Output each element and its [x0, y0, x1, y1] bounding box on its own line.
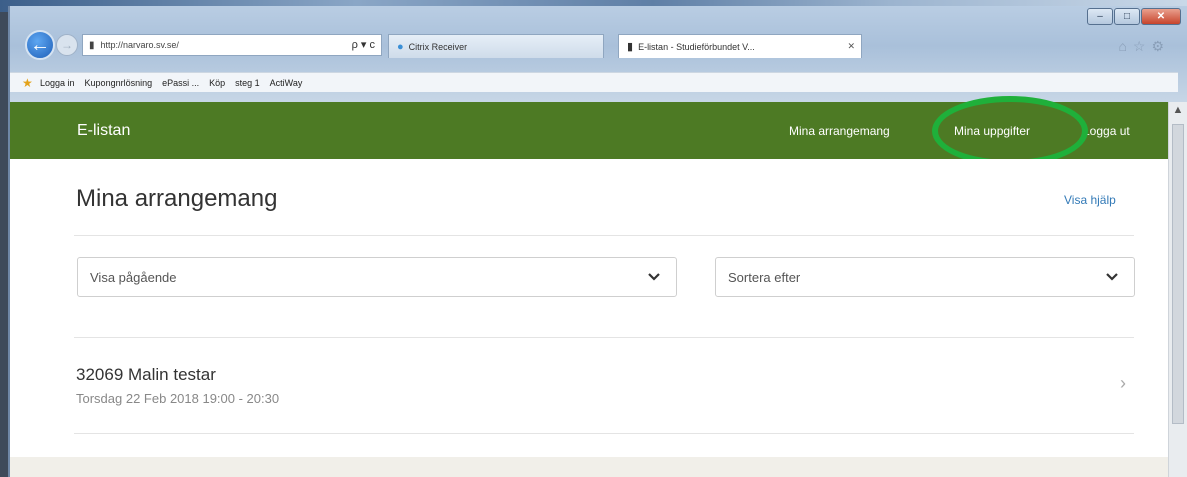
tab-label: Citrix Receiver: [408, 41, 468, 52]
main-content: Mina arrangemang Visa hjälp Visa pågåend…: [10, 159, 1168, 457]
site-header: E-listan Mina arrangemang Mina uppgifter…: [10, 96, 1168, 166]
nav-logga-ut[interactable]: Logga ut: [1083, 124, 1130, 138]
divider: [74, 433, 1134, 434]
sort-select[interactable]: Sortera efter: [715, 257, 1135, 297]
divider: [74, 235, 1134, 236]
tab-label: E-listan - Studieförbundet V...: [638, 41, 755, 52]
favorite-item[interactable]: Kupongnrlösning: [85, 78, 153, 88]
back-arrow-icon[interactable]: ←: [25, 30, 55, 60]
page-favicon-icon: ▮: [89, 39, 95, 51]
scrollbar-thumb[interactable]: [1172, 124, 1184, 424]
navigation-bar: ← → ▮ http://narvaro.sv.se/ ρ ▾ с ● Citr…: [10, 28, 1180, 62]
address-bar[interactable]: ▮ http://narvaro.sv.se/ ρ ▾ с: [82, 34, 382, 56]
tab-citrix[interactable]: ● Citrix Receiver: [388, 34, 604, 58]
chevron-right-icon: ›: [1120, 373, 1126, 393]
nav-mina-arrangemang[interactable]: Mina arrangemang: [789, 124, 890, 138]
brand-logo[interactable]: E-listan: [77, 122, 130, 140]
favorites-bar: ★ Logga in Kupongnrlösning ePassi ... Kö…: [10, 72, 1178, 92]
favorite-item[interactable]: ActiWay: [270, 78, 303, 88]
scroll-up-icon[interactable]: ▲: [1171, 104, 1185, 120]
forward-arrow-icon[interactable]: →: [56, 34, 78, 56]
citrix-icon: ●: [397, 40, 404, 53]
favorite-item[interactable]: Logga in: [40, 78, 75, 88]
favorites-star-icon[interactable]: ★: [22, 76, 33, 90]
window-controls: – □ ✕: [1087, 8, 1181, 25]
filter-select[interactable]: Visa pågående: [77, 257, 677, 297]
event-date: Torsdag 22 Feb 2018 19:00 - 20:30: [76, 391, 280, 406]
filter-select-value: Visa pågående: [90, 269, 177, 285]
address-tools[interactable]: ρ ▾ с: [352, 38, 375, 51]
chevron-down-icon: [648, 273, 660, 281]
page-scrollbar[interactable]: ▲: [1168, 102, 1187, 477]
address-url: http://narvaro.sv.se/: [100, 40, 179, 50]
browser-toolbar-icons[interactable]: ⌂☆⚙: [1118, 38, 1170, 55]
chevron-down-icon: [1106, 273, 1118, 281]
tab-favicon-icon: ▮: [627, 41, 634, 53]
highlight-circle-annotation: [932, 96, 1088, 166]
page-title: Mina arrangemang: [76, 185, 278, 212]
tab-elistan[interactable]: ▮ E-listan - Studieförbundet V... ✕: [618, 34, 862, 58]
favorite-item[interactable]: steg 1: [235, 78, 260, 88]
help-link[interactable]: Visa hjälp: [1064, 193, 1116, 207]
divider: [74, 337, 1134, 338]
tab-close-icon[interactable]: ✕: [847, 41, 855, 52]
maximize-button[interactable]: □: [1114, 8, 1140, 25]
favorite-item[interactable]: ePassi ...: [162, 78, 199, 88]
sort-select-value: Sortera efter: [728, 269, 801, 285]
page-footer: [10, 457, 1168, 477]
minimize-button[interactable]: –: [1087, 8, 1113, 25]
window-edge: [0, 0, 8, 477]
close-window-button[interactable]: ✕: [1141, 8, 1181, 25]
favorite-item[interactable]: Köp: [209, 78, 225, 88]
web-page: E-listan Mina arrangemang Mina uppgifter…: [10, 96, 1168, 477]
event-title: 32069 Malin testar: [76, 365, 216, 384]
